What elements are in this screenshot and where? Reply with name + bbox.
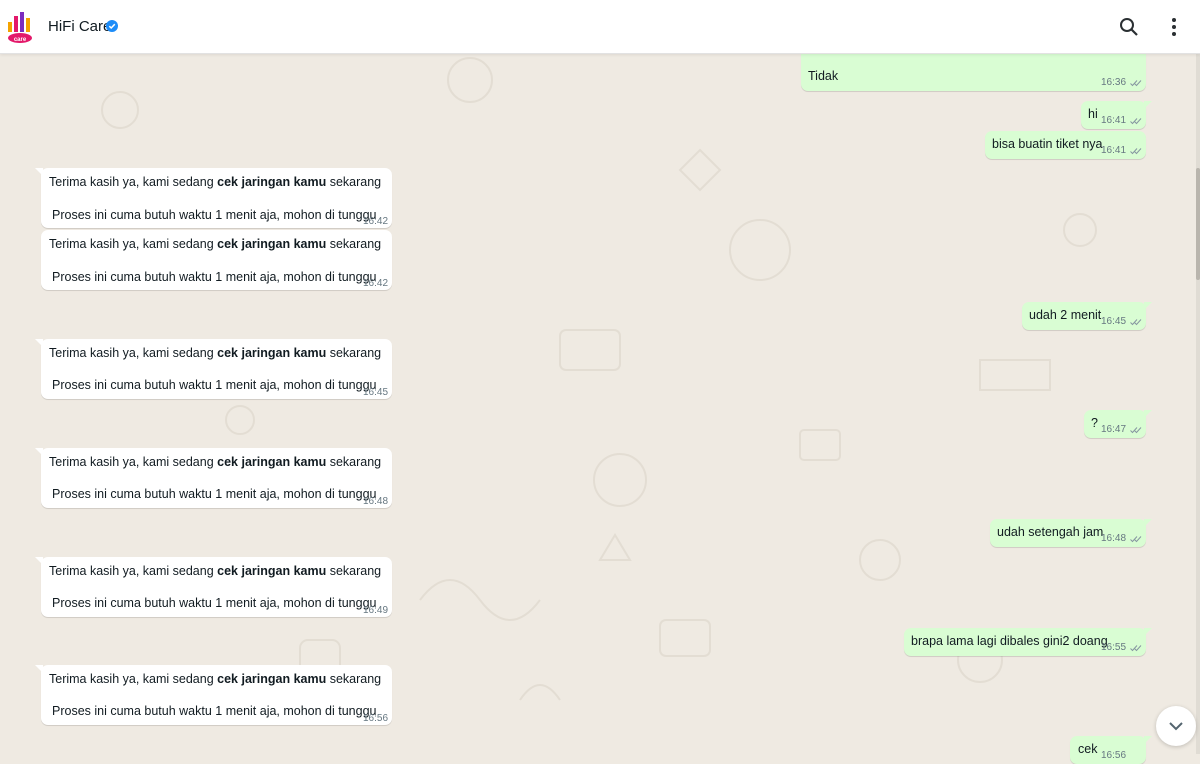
outgoing-message[interactable]: hi 16:41 [1081,101,1152,129]
incoming-message[interactable]: Terima kasih ya, kami sedang cek jaringa… [35,448,392,508]
double-check-icon [1130,427,1142,434]
search-icon[interactable] [1118,16,1140,38]
double-check-icon [1130,118,1142,125]
message-line-2: Proses ini cuma butuh waktu 1 menit aja,… [52,270,377,284]
message-line-1: Terima kasih ya, kami sedang cek jaringa… [49,346,382,360]
logo-text: care [14,37,27,43]
message-text: udah setengah jam [997,525,1104,539]
message-time: 16:36 [1101,77,1127,88]
message-line-2: Proses ini cuma butuh waktu 1 menit aja,… [52,596,377,610]
message-line-1: Terima kasih ya, kami sedang cek jaringa… [49,175,382,189]
chat-header: care HiFi Care [0,0,1200,54]
scrollbar-thumb[interactable] [1196,168,1200,280]
double-check-icon [1130,148,1142,155]
message-line-1: Terima kasih ya, kami sedang cek jaringa… [49,672,382,686]
chevron-down-icon [1169,722,1183,731]
scroll-to-bottom-button[interactable] [1156,706,1196,746]
double-check-icon [1130,536,1142,543]
message-text: udah 2 menit [1029,308,1102,322]
outgoing-message[interactable]: ? 16:47 [1084,410,1152,438]
message-text: bisa buatin tiket nya [992,137,1103,151]
outgoing-message[interactable]: udah setengah jam 16:48 [990,519,1152,547]
message-text: Tidak [808,69,839,83]
message-line-1: Terima kasih ya, kami sedang cek jaringa… [49,564,382,578]
message-time: 16:56 [363,713,389,724]
outgoing-message[interactable]: udah 2 menit 16:45 [1022,302,1152,330]
message-line-2: Proses ini cuma butuh waktu 1 menit aja,… [52,378,377,392]
message-time: 16:41 [1101,115,1127,126]
message-line-1: Terima kasih ya, kami sedang cek jaringa… [49,237,382,251]
message-text: ? [1091,416,1098,430]
more-vert-icon[interactable] [1166,16,1182,38]
outgoing-message[interactable]: cek 16:56 [1070,736,1152,764]
verified-icon [106,20,118,32]
message-time: 16:45 [363,387,389,398]
message-time: 16:45 [1101,316,1127,327]
message-time: 16:42 [363,216,389,227]
incoming-message[interactable]: Terima kasih ya, kami sedang cek jaringa… [35,168,392,228]
message-text: brapa lama lagi dibales gini2 doang [911,634,1108,648]
double-check-icon [1130,645,1142,652]
message-line-2: Proses ini cuma butuh waktu 1 menit aja,… [52,208,377,222]
message-line-1: Terima kasih ya, kami sedang cek jaringa… [49,455,382,469]
message-time: 16:48 [363,496,389,507]
message-text: hi [1088,107,1098,121]
message-time: 16:55 [1101,642,1127,653]
message-time: 16:41 [1101,145,1127,156]
message-time: 16:47 [1101,424,1127,435]
double-check-icon [1130,80,1142,87]
incoming-message[interactable]: Terima kasih ya, kami sedang cek jaringa… [35,339,392,399]
message-line-2: Proses ini cuma butuh waktu 1 menit aja,… [52,487,377,501]
outgoing-message[interactable]: brapa lama lagi dibales gini2 doang 16:5… [904,628,1152,656]
double-check-icon [1130,319,1142,326]
incoming-message[interactable]: Terima kasih ya, kami sedang cek jaringa… [35,665,392,725]
chat-title[interactable]: HiFi Care [48,18,111,35]
message-time: 16:49 [363,605,389,616]
message-time: 16:48 [1101,533,1127,544]
incoming-message[interactable]: Terima kasih ya, kami sedang cek jaringa… [35,557,392,617]
message-line-2: Proses ini cuma butuh waktu 1 menit aja,… [52,704,377,718]
message-time: 16:56 [1101,750,1127,761]
scrollbar-track[interactable] [1196,54,1200,754]
outgoing-message[interactable]: bisa buatin tiket nya 16:41 [985,131,1146,159]
message-time: 16:42 [363,278,389,289]
logo-icon[interactable]: care [6,8,34,44]
incoming-message[interactable]: Terima kasih ya, kami sedang cek jaringa… [41,230,392,290]
